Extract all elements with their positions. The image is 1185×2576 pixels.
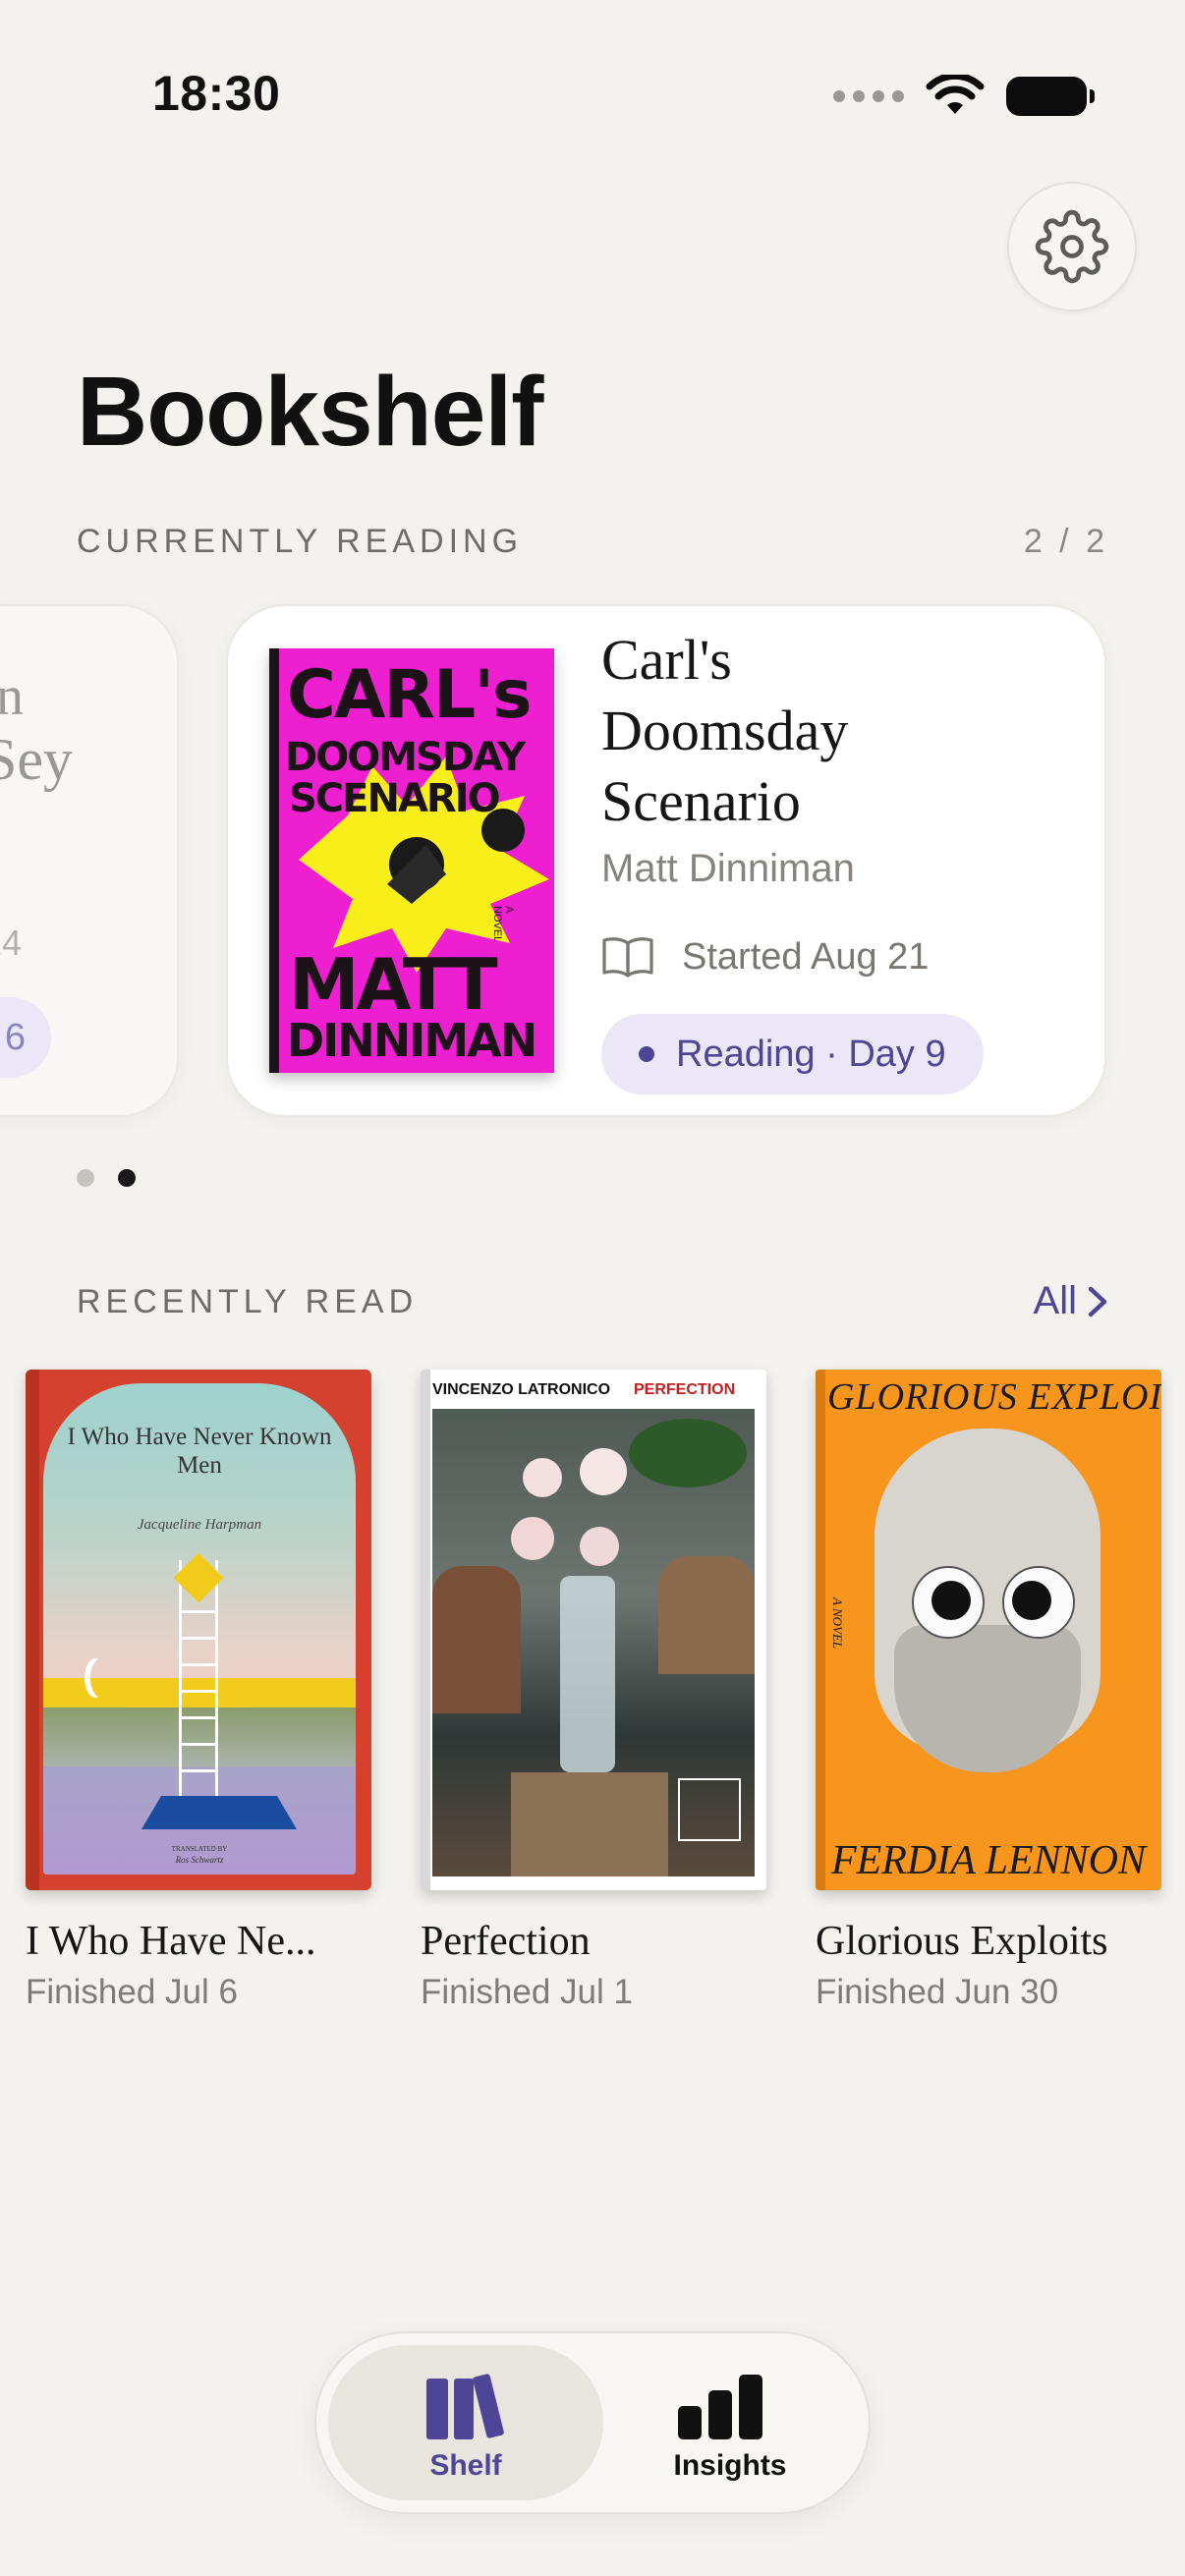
recent-book-item[interactable]: GLORIOUS EXPLOITS FERDIA LENNON A NOVEL … [816,1370,1161,2012]
cover-title-top: CARL's [287,656,533,734]
status-time: 18:30 [152,66,281,121]
currently-reading-label: CURRENTLY READING [77,523,524,560]
book-cover-i-who-have-never-known-men: I Who Have Never Known Men Jacqueline Ha… [26,1370,371,1890]
chevron-right-icon [1088,1286,1107,1316]
prev-card-date-fragment: 24 [0,923,23,963]
prev-card-title-fragment: Sey [0,727,73,792]
recent-book-finished: Finished Jul 6 [26,1973,238,2011]
cover-author-bottom: DINNIMAN [287,1014,537,1067]
recent-book-title: I Who Have Ne... [26,1919,316,1964]
book-cover-carls-doomsday-scenario: CARL's DOOMSDAY SCENARIO MATT DINNIMAN A… [269,648,554,1073]
bar-chart-icon [678,2375,762,2439]
recent-book-item[interactable]: VINCENZO LATRONICO PERFECTION Perfection… [421,1370,766,2012]
prev-card-status-badge: 6 [0,997,51,1078]
recent-book-finished: Finished Jul 1 [421,1973,633,2011]
status-icons [833,69,1095,124]
see-all-link[interactable]: All [1034,1279,1108,1323]
recent-book-title: Perfection [421,1919,591,1964]
signal-icon [833,90,904,102]
book-cover-perfection: VINCENZO LATRONICO PERFECTION [421,1370,766,1890]
started-date: Started Aug 21 [601,935,929,979]
wifi-icon [926,75,985,114]
recent-book-finished: Finished Jun 30 [816,1973,1059,2011]
current-book-card-previous[interactable]: n Sey 24 6 [0,604,179,1117]
gear-icon [1035,209,1109,284]
recently-read-label: RECENTLY READ [77,1283,419,1320]
page-dot-active[interactable] [118,1169,136,1187]
settings-button[interactable] [1007,182,1137,311]
carousel-page-indicator[interactable] [77,1169,136,1187]
prev-card-title-fragment: n [0,665,24,728]
cover-side-text: A NOVEL [491,906,515,943]
current-book-author: Matt Dinniman [601,847,855,890]
recent-book-title: Glorious Exploits [816,1919,1108,1964]
page-title: Bookshelf [77,357,543,467]
open-book-icon [602,937,653,978]
reading-status-badge: Reading · Day 9 [601,1014,984,1094]
tab-shelf[interactable]: Shelf [328,2345,603,2500]
books-icon [426,2374,504,2439]
cover-title-mid: DOOMSDAY [285,735,526,780]
tab-insights[interactable]: Insights [603,2345,857,2500]
status-dot-icon [639,1046,654,1062]
battery-icon [1006,77,1095,116]
carousel-count: 2 / 2 [1023,523,1108,560]
recent-book-item[interactable]: I Who Have Never Known Men Jacqueline Ha… [26,1370,371,2012]
current-book-title: Carl's Doomsday Scenario [601,628,849,833]
page-dot[interactable] [77,1169,94,1187]
cover-title-mid: SCENARIO [289,776,501,821]
book-cover-glorious-exploits: GLORIOUS EXPLOITS FERDIA LENNON A NOVEL [816,1370,1161,1890]
